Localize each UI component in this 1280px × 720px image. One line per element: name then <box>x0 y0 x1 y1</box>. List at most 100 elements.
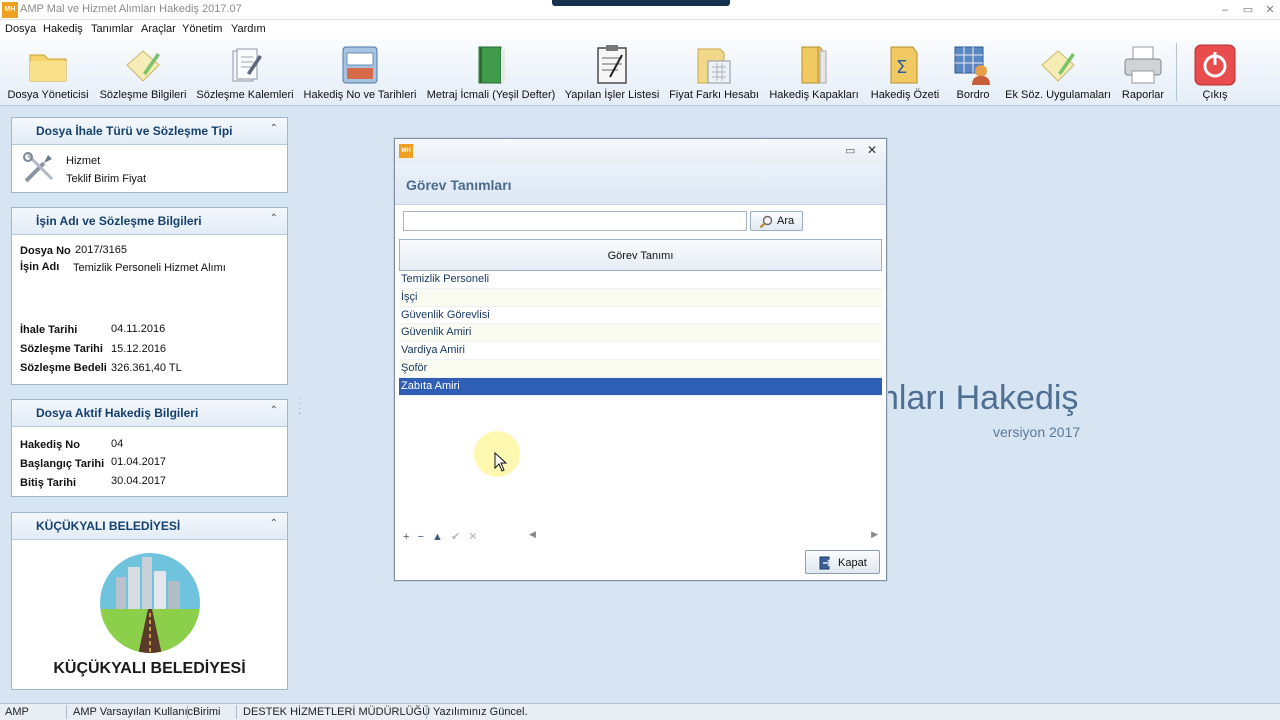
status-app: AMP <box>5 706 29 718</box>
close-window-button[interactable]: ✕ <box>1260 2 1280 18</box>
top-indicator <box>552 0 730 6</box>
menu-bar: Dosya Hakediş Tanımlar Araçlar Yönetim Y… <box>0 20 1280 39</box>
dialog-titlebar[interactable]: MH ▭ ✕ <box>395 139 886 163</box>
toolbar-separator <box>1176 43 1177 101</box>
file-no-label: Dosya No <box>20 245 71 257</box>
maximize-icon[interactable]: ▭ <box>845 144 855 157</box>
tool-hakedis-kapaklari[interactable]: Hakediş Kapakları <box>766 39 862 105</box>
municipality-logo-icon <box>100 553 200 653</box>
search-button[interactable]: Ara <box>750 211 803 231</box>
payment-no-value: 04 <box>111 438 124 450</box>
end-date-label: Bitiş Tarihi <box>20 477 77 489</box>
tool-sozlesme-bilgileri[interactable]: Sözleşme Bilgileri <box>98 39 188 105</box>
grid-column-header[interactable]: Görev Tanımı <box>399 239 882 271</box>
app-icon: MH <box>2 2 18 18</box>
search-input[interactable] <box>403 211 747 231</box>
table-row[interactable]: Güvenlik Amiri <box>399 324 882 343</box>
move-up-icon[interactable]: ▲ <box>432 531 443 543</box>
payment-no-label: Hakediş No <box>20 439 80 451</box>
people-table-icon <box>954 46 990 85</box>
mouse-cursor-icon <box>494 452 508 472</box>
panel-contract-type: Dosya İhale Türü ve Sözleşme Tipi ⌃ Hizm… <box>11 117 288 193</box>
table-row[interactable]: İşçi <box>399 288 882 307</box>
status-separator <box>187 705 188 719</box>
menu-hakedis[interactable]: Hakediş <box>43 23 83 35</box>
search-icon <box>759 215 773 229</box>
panel-header[interactable]: İşin Adı ve Sözleşme Bilgileri ⌃ <box>12 208 287 235</box>
post-edit-icon[interactable]: ✔ <box>451 531 460 543</box>
scroll-left-icon[interactable]: ◀ <box>529 529 536 540</box>
collapse-icon[interactable]: ⌃ <box>270 123 278 134</box>
title-bar: MH AMP Mal ve Hizmet Alımları Hakediş 20… <box>0 0 1280 20</box>
menu-dosya[interactable]: Dosya <box>5 23 36 35</box>
tool-ek-soz-uygulamalari[interactable]: Ek Söz. Uygulamaları <box>1004 39 1112 105</box>
column-header-label: Görev Tanımı <box>607 250 674 262</box>
green-book-icon <box>478 46 505 84</box>
panel-header[interactable]: Dosya Aktif Hakediş Bilgileri ⌃ <box>12 400 287 427</box>
grid-body: Temizlik Personeli İşçi Güvenlik Görevli… <box>399 271 882 396</box>
start-date-value: 01.04.2017 <box>111 456 167 468</box>
tool-hakedis-no-tarihleri[interactable]: Hakediş No ve Tarihleri <box>300 39 420 105</box>
menu-araclar[interactable]: Araçlar <box>141 23 176 35</box>
scroll-right-icon[interactable]: ▶ <box>871 529 878 540</box>
tool-sozlesme-kalemleri[interactable]: Sözleşme Kalemleri <box>196 39 294 105</box>
tool-bordro[interactable]: Bordro <box>948 39 998 105</box>
svg-text:Σ: Σ <box>896 57 907 78</box>
panel-title: KÜÇÜKYALI BELEDİYESİ <box>36 519 181 533</box>
minimize-button[interactable]: – <box>1215 2 1235 18</box>
tool-metraj-icmali[interactable]: Metraj İcmali (Yeşil Defter) <box>426 39 556 105</box>
tool-fiyat-farki[interactable]: Fiyat Farkı Hesabı <box>668 39 760 105</box>
background-version: versiyon 2017 <box>993 424 1081 440</box>
panel-municipality: KÜÇÜKYALI BELEDİYESİ ⌃ KÜÇÜKYALI BELEDİY… <box>11 512 288 690</box>
status-unit: DESTEK HİZMETLERİ MÜDÜRLÜĞÜ <box>243 706 431 718</box>
menu-yonetim[interactable]: Yönetim <box>182 23 222 35</box>
table-row[interactable]: Şoför <box>399 359 882 378</box>
panel-splitter[interactable]: · · · · <box>298 394 301 419</box>
tool-yapilan-isler[interactable]: Yapılan İşler Listesi <box>562 39 662 105</box>
end-date-value: 30.04.2017 <box>111 475 167 487</box>
collapse-icon[interactable]: ⌃ <box>270 518 278 529</box>
add-row-icon[interactable]: + <box>403 531 409 543</box>
panel-header[interactable]: KÜÇÜKYALI BELEDİYESİ ⌃ <box>12 513 287 540</box>
menu-tanimlar[interactable]: Tanımlar <box>91 23 133 35</box>
menu-yardim[interactable]: Yardım <box>231 23 266 35</box>
tool-hakedis-ozeti[interactable]: Σ Hakediş Özeti <box>868 39 942 105</box>
job-name-value: Temizlik Personeli Hizmet Alımı <box>73 262 226 274</box>
contract-date-label: Sözleşme Tarihi <box>20 343 103 355</box>
panel-header[interactable]: Dosya İhale Türü ve Sözleşme Tipi ⌃ <box>12 118 287 145</box>
background-app-title: nları Hakediş <box>880 379 1079 417</box>
binder-icon <box>801 46 827 84</box>
calculator-folder-icon <box>697 48 731 84</box>
status-update: Yazılımınız Güncel. <box>433 706 528 718</box>
status-unit-label: Birimi <box>193 706 221 718</box>
checklist-icon <box>597 45 627 84</box>
horizontal-scrollbar[interactable]: ◀ ▶ <box>527 529 880 542</box>
panel-title: Dosya İhale Türü ve Sözleşme Tipi <box>36 124 233 138</box>
grid-navigator: + − ▲ ✔ ✕ <box>403 530 482 543</box>
close-icon[interactable]: ✕ <box>867 143 877 157</box>
gorev-tanimlari-dialog: MH ▭ ✕ Görev Tanımları Ara Görev Tanımı … <box>394 138 887 581</box>
collapse-icon[interactable]: ⌃ <box>270 405 278 416</box>
contract-type-line1: Hizmet <box>66 155 101 167</box>
document-pen-icon <box>1041 50 1075 82</box>
tool-raporlar[interactable]: Raporlar <box>1116 39 1170 105</box>
cancel-edit-icon[interactable]: ✕ <box>468 531 477 543</box>
tender-date-label: İhale Tarihi <box>20 324 78 336</box>
collapse-icon[interactable]: ⌃ <box>270 213 278 224</box>
status-separator <box>426 705 427 719</box>
table-row-selected[interactable]: Zabıta Amiri <box>399 377 882 396</box>
tool-cikis[interactable]: Çıkış <box>1186 39 1244 105</box>
table-row[interactable]: Güvenlik Görevlisi <box>399 307 882 325</box>
panel-active-payment: Dosya Aktif Hakediş Bilgileri ⌃ Hakediş … <box>11 399 288 497</box>
tender-date-value: 04.11.2016 <box>111 323 166 335</box>
table-row[interactable]: Temizlik Personeli <box>399 271 882 289</box>
kapat-button[interactable]: Kapat <box>805 550 880 574</box>
table-row[interactable]: Vardiya Amiri <box>399 342 882 360</box>
start-date-label: Başlangıç Tarihi <box>20 458 105 470</box>
maximize-button[interactable]: ▭ <box>1238 2 1258 18</box>
delete-row-icon[interactable]: − <box>418 531 424 543</box>
folder-icon <box>29 54 67 82</box>
dialog-app-icon: MH <box>399 144 413 158</box>
tool-dosya-yoneticisi[interactable]: Dosya Yöneticisi <box>4 39 92 105</box>
power-icon <box>1194 44 1236 86</box>
